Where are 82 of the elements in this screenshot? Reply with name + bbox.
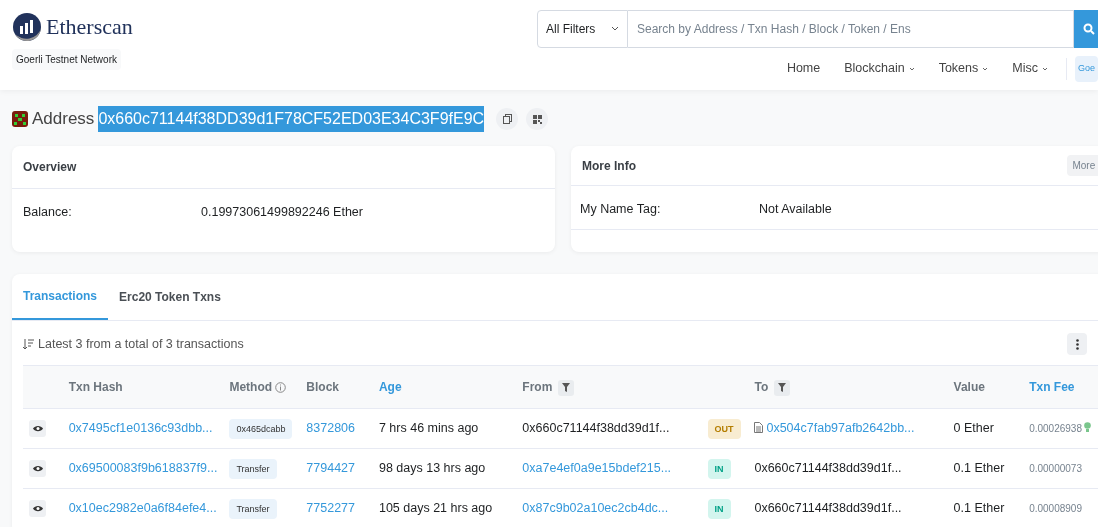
filter-dropdown[interactable]: All Filters [537,10,628,48]
nav-link[interactable]: Blockchain [832,59,927,79]
qr-code-icon [532,114,542,124]
filter-button[interactable] [558,379,575,396]
card-title: Overview [12,146,555,189]
table-cell: 0x660c71144f38dd39d1f... [754,460,902,475]
hash-link[interactable]: 0x69500083f9b618837f9... [68,460,218,475]
brand-name[interactable]: Etherscan [46,10,133,43]
chevron-icon [611,26,619,32]
view-button[interactable] [29,459,46,477]
column-header: Value [953,380,985,394]
info-icon [275,382,287,394]
chevron-icon [1042,66,1048,71]
table-cell: 98 days 13 hrs ago [378,460,486,475]
view-button[interactable] [29,420,46,437]
nav-link[interactable]: Tokens [926,59,1001,79]
address-value[interactable]: 0x660c71144f38DD39d1F78CF52ED03E34C3F9fE9C [98,106,485,132]
address-link[interactable]: 0xa7e4ef0a9e15bdef215... [522,460,672,475]
tab[interactable]: Erc20 Token Txns [108,274,232,320]
block-link[interactable]: 7752277 [306,500,355,515]
block-link[interactable]: 8372806 [306,421,355,435]
column-header[interactable]: Age [378,380,402,394]
tab[interactable]: Transactions [12,274,109,320]
network-badge[interactable]: Goe [1075,56,1098,82]
options-button[interactable] [1067,333,1087,355]
column-header: To [754,380,769,394]
search-button[interactable] [1074,10,1098,48]
nav-link[interactable]: Misc [1000,59,1060,79]
field-label: Balance: [23,204,73,221]
search-icon [1083,23,1095,36]
method-label: Transfer [229,458,277,479]
table-cell: 7 hrs 46 mins ago [378,421,479,435]
eye-icon [32,464,43,472]
fee-value: 0.00000073 [1029,462,1082,474]
view-button[interactable] [29,499,46,517]
card-title: More Info [582,157,636,175]
table-cell: 0 Ether [953,421,994,435]
copy-button[interactable] [496,108,519,130]
direction-label: IN [707,498,731,519]
column-header: Block [306,380,339,394]
field-value: Not Available [759,201,832,218]
method-label: 0x465dcabb [229,419,293,439]
column-header: Method [229,380,287,394]
table-cell: 105 days 21 hrs ago [378,500,493,515]
address-link[interactable]: 0x504c7fab97afb2642bb... [766,421,915,435]
table-cell: 0x660c71144f38dd39d1f... [522,421,670,435]
column-header: From [522,380,553,394]
copy-icon [502,114,512,124]
method-label: Transfer [229,498,277,519]
logo-icon [12,11,42,42]
nav-link[interactable]: Home [774,59,833,79]
avatar-icon [12,111,28,127]
column-header[interactable]: Txn Fee [1029,380,1075,394]
eye-icon [32,504,43,512]
column-header: Txn Hash [68,380,123,394]
chevron-icon [982,66,989,71]
chevron-icon [908,66,915,71]
direction-label: OUT [707,419,741,439]
summary-text: Latest 3 from a total of 3 transactions [38,335,244,353]
address-link[interactable]: 0x87c9b02a10ec2cb4dc... [522,500,669,515]
filter-icon [562,383,571,393]
search-field[interactable]: Search by Address / Txn Hash / Block / Token / Ens [628,10,1074,48]
fee-value: 0.00008909 [1029,502,1082,514]
table-cell: 0x660c71144f38dd39d1f... [754,500,902,515]
network-label: Goerli Testnet Network [12,49,121,70]
block-link[interactable]: 7794427 [306,460,355,475]
field-label: My Name Tag: [580,201,662,218]
eye-icon [32,425,43,432]
sort-icon [23,338,34,350]
more-button[interactable]: More [1067,155,1098,176]
direction-label: IN [707,458,731,479]
hash-link[interactable]: 0x7495cf1e0136c93dbb... [68,421,213,435]
qr-code-button[interactable] [526,108,549,130]
hash-link[interactable]: 0x10ec2982e0a6f84efe4... [68,500,217,515]
address-label: Address [32,108,95,131]
table-cell: 0.1 Ether [953,500,1005,515]
filter-button[interactable] [774,379,791,396]
table-cell: 0.1 Ether [953,460,1005,475]
kebab-icon [1075,338,1079,350]
filter-icon [778,383,787,393]
fee-value: 0.00026938 [1029,423,1082,434]
balance-value: 0.19973061499892246 Ether [201,204,363,221]
